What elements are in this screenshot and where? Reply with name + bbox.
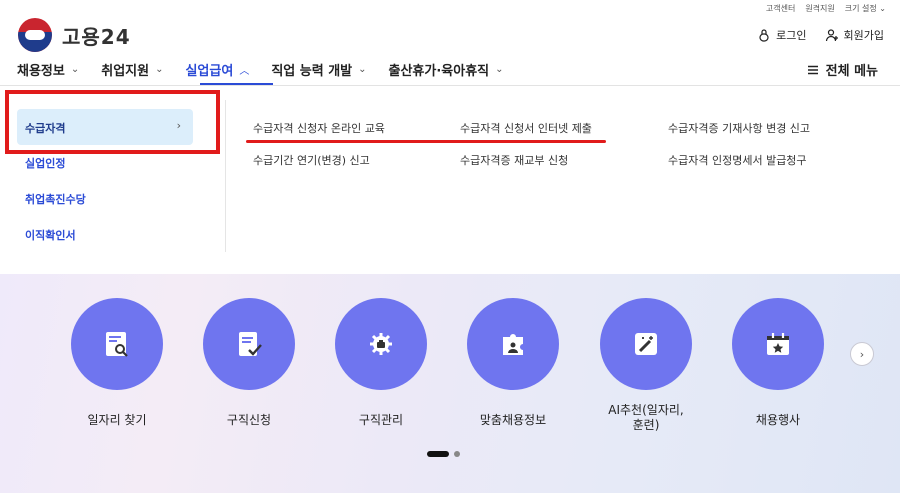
chevron-down-icon: ⌄ [70,64,80,75]
carousel-next-button[interactable]: › [850,342,874,366]
highlight-box [5,90,220,154]
hamburger-menu-icon [807,65,818,74]
link-statement-request[interactable]: 수급자격 인정명세서 발급청구 [668,152,807,168]
gear-briefcase-icon [370,333,392,355]
puzzle-person-icon [503,334,523,355]
submenu-item-unemployment-recognition[interactable]: 실업인정 [25,155,65,171]
quick-label-job-application: 구직신청 [226,413,272,427]
link-internet-application[interactable]: 수급자격 신청서 인터넷 제출 [460,120,592,136]
chevron-down-icon: ⌄ [358,64,367,75]
chevron-down-icon: ⌄ [155,64,164,75]
all-menu-label: 전체 메뉴 [825,64,878,79]
link-period-extension[interactable]: 수급기간 연기(변경) 신고 [253,152,370,168]
pagination-dot[interactable] [454,451,460,457]
link-online-education[interactable]: 수급자격 신청자 온라인 교육 [253,120,385,136]
nav-item-jobs[interactable]: 채용정보 ⌄ [17,60,79,79]
taegeuk-logo-icon [18,18,52,52]
search-document-icon [106,332,128,357]
link-change-report[interactable]: 수급자격증 기재사항 변경 신고 [668,120,810,136]
lock-icon [759,29,769,42]
nav-item-unemployment-benefits[interactable]: 실업급여 ︿ [185,60,249,79]
remote-support-link[interactable]: 원격지원 [805,3,834,14]
quick-label-recruitment-events: 채용행사 [755,413,801,427]
quick-label-job-search: 일자리 찾기 [87,413,147,427]
link-reissue-request[interactable]: 수급자격증 재교부 신청 [460,152,568,168]
nav-item-parental-leave[interactable]: 출산휴가·육아휴직 ⌄ [389,60,504,79]
pagination-dot-active[interactable] [427,451,449,457]
checklist-icon [239,332,262,356]
quick-ai-recommendation[interactable] [600,298,692,390]
customer-center-link[interactable]: 고객센터 [766,3,795,14]
submenu-item-employment-promotion[interactable]: 취업촉진수당 [25,191,86,207]
magic-wand-icon [635,333,657,355]
nav-item-employment-support[interactable]: 취업지원 ⌄ [101,60,163,79]
calendar-star-icon [767,333,789,355]
login-button[interactable]: 로그인 [757,27,807,43]
site-logo[interactable]: 고용24 [18,18,131,52]
carousel-pagination [427,451,460,457]
highlight-underline [246,140,606,143]
quick-label-custom-jobs: 맞춤채용정보 [479,413,547,427]
quick-label-ai-recommendation: AI추천(일자리, 훈련) [608,403,684,432]
quick-job-search[interactable] [71,298,163,390]
quick-label-job-management: 구직관리 [358,413,404,427]
logo-text: 고용24 [62,24,131,49]
account-links: 로그인 회원가입 [757,27,884,43]
utility-links: 고객센터 원격지원 크기 설정 ⌄ [766,3,886,14]
chevron-down-icon: ⌄ [495,64,504,75]
quick-job-management[interactable] [335,298,427,390]
signup-button[interactable]: 회원가입 [825,27,884,43]
nav-item-vocational-training[interactable]: 직업 능력 개발 ⌄ [271,60,366,79]
quick-custom-jobs[interactable] [467,298,559,390]
user-add-icon [825,29,838,42]
login-label: 로그인 [776,29,807,42]
all-menu-button[interactable]: 전체 메뉴 [806,60,878,79]
font-size-setting-link[interactable]: 크기 설정 ⌄ [845,3,886,14]
quick-job-application[interactable] [203,298,295,390]
signup-label: 회원가입 [843,29,884,42]
submenu-item-separation-confirmation[interactable]: 이직확인서 [25,227,76,243]
chevron-up-icon: ︿ [239,66,250,77]
submenu-divider [225,100,226,252]
chevron-right-icon: › [859,347,865,361]
quick-recruitment-events[interactable] [732,298,824,390]
global-nav: 채용정보 ⌄ 취업지원 ⌄ 실업급여 ︿ 직업 능력 개발 ⌄ 출산휴가·육아휴직 ⌄ [17,60,504,79]
